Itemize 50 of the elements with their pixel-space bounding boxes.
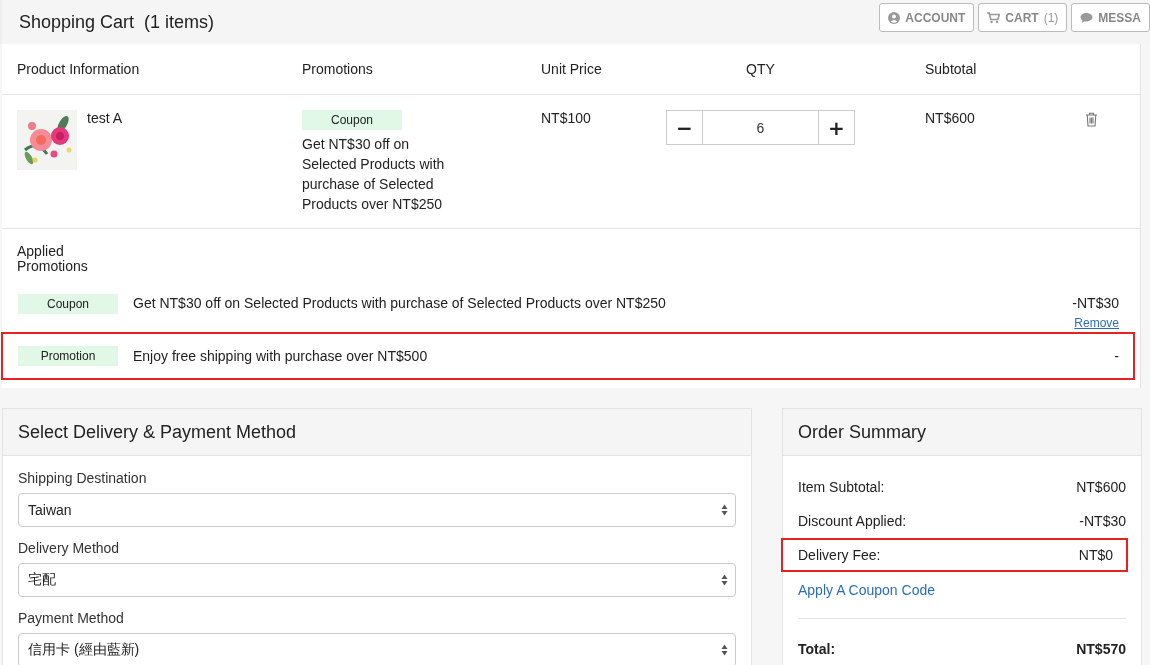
field-label: Delivery Method — [18, 540, 121, 556]
select-field[interactable]: 宅配 — [18, 563, 736, 597]
discount-amount: -NT$30 — [1072, 295, 1119, 311]
user-icon — [888, 11, 901, 24]
apply-coupon-link[interactable]: Apply A Coupon Code — [798, 582, 1126, 610]
section-title: Applied Promotions — [16, 244, 89, 274]
column-header: Promotions — [302, 61, 374, 77]
summary-value: -NT$30 — [1079, 513, 1126, 529]
quantity-field[interactable]: 6 — [703, 110, 818, 145]
select-field[interactable]: 信用卡 (經由藍新) — [18, 633, 736, 665]
column-header: Product Information — [17, 61, 141, 77]
total-value: NT$570 — [1076, 641, 1126, 657]
unit-price: NT$100 — [541, 110, 592, 126]
header-button[interactable]: CART (1) — [978, 3, 1068, 32]
field-label: Payment Method — [18, 610, 125, 626]
discount-amount: - — [1114, 348, 1119, 364]
summary-value: NT$0 — [1078, 547, 1113, 563]
promo-tag: Coupon — [18, 294, 118, 314]
promo-tag: Promotion — [18, 346, 118, 366]
summary-label: Item Subtotal: — [798, 479, 885, 495]
panel-title: Select Delivery & Payment Method — [18, 421, 297, 443]
field-label: Shipping Destination — [18, 470, 148, 486]
sort-arrows-icon — [721, 574, 728, 586]
decrease-button[interactable]: − — [666, 110, 703, 145]
header-button[interactable]: ACCOUNT — [879, 3, 975, 32]
column-header: QTY — [745, 61, 776, 77]
total-label: Total: — [798, 641, 836, 657]
cart-icon — [987, 11, 1001, 24]
increase-button[interactable]: + — [818, 110, 855, 145]
remove-link[interactable]: Remove — [1074, 316, 1119, 330]
chat-icon — [1080, 11, 1094, 24]
product-name[interactable]: test A — [87, 110, 123, 170]
page-title: Shopping Cart — [19, 11, 135, 33]
column-header: Subtotal — [925, 61, 978, 77]
subtotal: NT$600 — [925, 110, 976, 126]
header-button[interactable]: MESSA — [1071, 3, 1150, 32]
promo-description: Enjoy free shipping with purchase over NT$500 — [133, 348, 429, 364]
sort-arrows-icon — [721, 644, 728, 656]
panel-title: Order Summary — [798, 421, 927, 443]
promo-description: Get NT$30 off on Selected Products with purchase of Selected Products over NT$250 — [302, 135, 446, 214]
sort-arrows-icon — [721, 504, 728, 516]
trash-icon[interactable] — [1085, 112, 1098, 127]
item-count: (1 items) — [144, 11, 215, 33]
select-field[interactable]: Taiwan — [18, 493, 736, 527]
summary-label: Delivery Fee: — [798, 547, 881, 563]
column-header: Unit Price — [541, 61, 603, 77]
promo-tag: Coupon — [302, 110, 402, 130]
promo-description: Get NT$30 off on Selected Products with purchase of Selected Products over NT$250 — [133, 294, 667, 311]
summary-label: Discount Applied: — [798, 513, 907, 529]
summary-value: NT$600 — [1076, 479, 1126, 495]
